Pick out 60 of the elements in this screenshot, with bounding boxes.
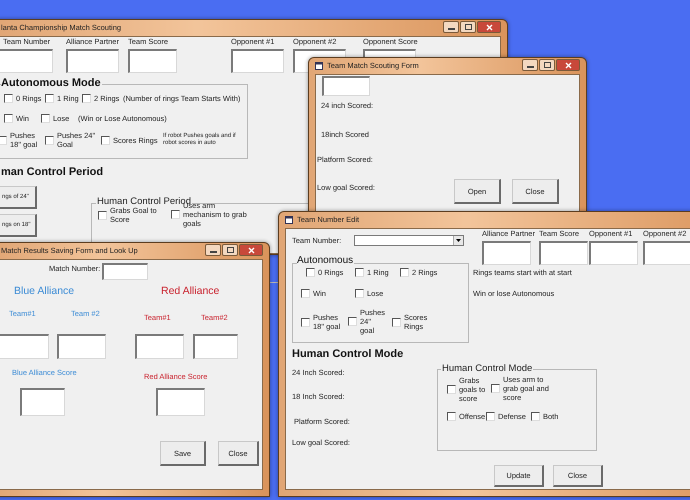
group-title: Human Control Mode: [441, 363, 534, 374]
checkbox[interactable]: [355, 268, 364, 277]
text-field[interactable]: [0, 49, 53, 73]
checkbox[interactable]: [531, 412, 540, 421]
alliance-heading: Red Alliance: [161, 285, 220, 297]
text-field[interactable]: [322, 76, 370, 96]
text-field[interactable]: [193, 334, 238, 359]
checkbox[interactable]: [348, 317, 357, 326]
checkbox[interactable]: [486, 412, 495, 421]
checkbox[interactable]: [4, 114, 13, 123]
group-title: Autonomous: [297, 255, 354, 267]
text-field[interactable]: [57, 334, 106, 359]
window-icon: [285, 216, 293, 224]
text-field[interactable]: [643, 241, 690, 265]
maximize-button[interactable]: [222, 244, 238, 256]
checkbox[interactable]: [82, 94, 91, 103]
checkbox[interactable]: [306, 268, 315, 277]
checkbox[interactable]: [447, 412, 456, 421]
maximize-button[interactable]: [539, 59, 555, 71]
close-icon: [248, 246, 254, 254]
text-field[interactable]: [66, 49, 119, 73]
text-field[interactable]: [231, 49, 284, 73]
text-field[interactable]: [128, 49, 177, 73]
checkbox[interactable]: [41, 114, 50, 123]
minimize-button[interactable]: [443, 21, 459, 33]
text-field[interactable]: [0, 334, 49, 359]
close-icon: [564, 62, 572, 68]
checkbox[interactable]: [447, 385, 456, 394]
section-heading: Human Control Mode: [292, 348, 404, 360]
checkbox[interactable]: [491, 384, 500, 393]
text-field[interactable]: [135, 334, 184, 359]
maximize-icon: [226, 247, 234, 253]
checkbox[interactable]: [171, 210, 180, 219]
close-button[interactable]: [556, 59, 580, 71]
close-button[interactable]: [239, 244, 263, 256]
maximize-button[interactable]: [460, 21, 476, 33]
text-field[interactable]: [539, 241, 588, 265]
text-field[interactable]: [20, 388, 65, 416]
text-field[interactable]: [482, 241, 531, 265]
checkbox[interactable]: [101, 136, 110, 145]
close-button[interactable]: [477, 21, 501, 33]
section-heading: man Control Period: [1, 166, 104, 178]
window-icon: [315, 62, 323, 70]
text-field[interactable]: [589, 241, 638, 265]
checkbox[interactable]: [400, 268, 409, 277]
checkbox[interactable]: [45, 94, 54, 103]
dropdown-field[interactable]: [354, 235, 464, 246]
minimize-button[interactable]: [205, 244, 221, 256]
checkbox[interactable]: [355, 289, 364, 298]
checkbox[interactable]: [301, 289, 310, 298]
minimize-button[interactable]: [522, 59, 538, 71]
checkbox[interactable]: [4, 94, 13, 103]
maximize-icon: [544, 62, 550, 68]
text-field[interactable]: [156, 388, 205, 416]
alliance-heading: Blue Alliance: [14, 285, 74, 297]
dropdown-arrow-icon: [456, 239, 461, 242]
maximize-icon: [464, 24, 472, 30]
text-field[interactable]: [102, 263, 148, 280]
group-title: Autonomous Mode: [1, 77, 102, 89]
close-icon: [486, 24, 492, 30]
